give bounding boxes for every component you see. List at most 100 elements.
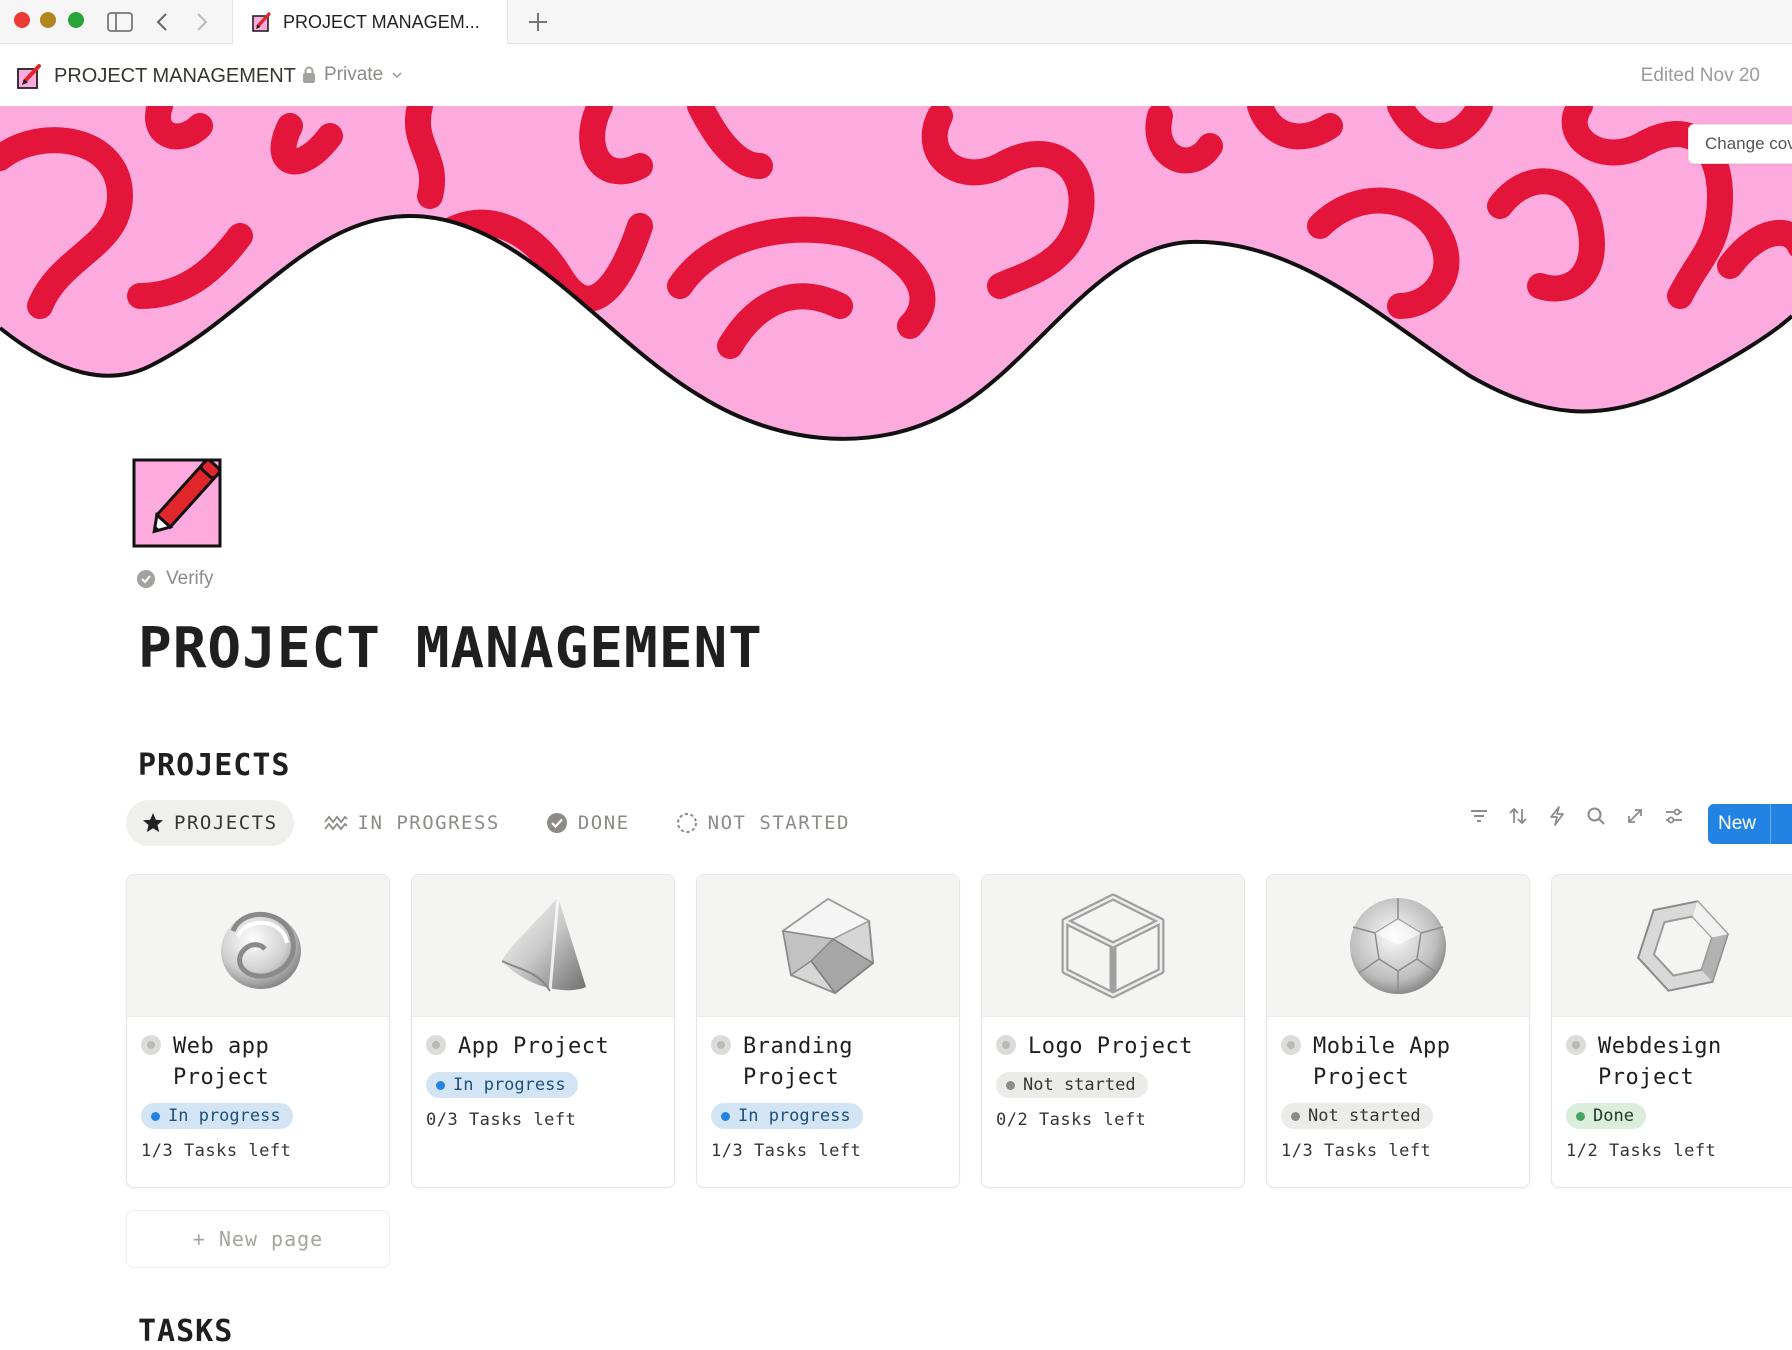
page-icon[interactable] [132, 440, 242, 550]
tasks-left: 1/3 Tasks left [141, 1141, 292, 1161]
check-circle-icon [546, 813, 567, 833]
card-cover [412, 875, 674, 1017]
sidebar-toggle-icon[interactable] [106, 8, 134, 36]
tasks-heading: TASKS [138, 1314, 234, 1349]
view-tab-not-started[interactable]: NOT STARTED [660, 800, 866, 846]
new-button-label: New [1718, 813, 1757, 834]
tasks-left: 1/3 Tasks left [1281, 1141, 1432, 1161]
memo-pencil-icon [132, 458, 222, 548]
breadcrumb[interactable]: PROJECT MANAGEMENT [16, 62, 296, 90]
tab-title: PROJECT MANAGEM... [283, 11, 480, 32]
status-label: In progress [738, 1106, 851, 1126]
view-tab-label: DONE [577, 812, 630, 834]
lock-icon [303, 66, 315, 83]
notion-topbar: PROJECT MANAGEMENT Private Edited Nov 20 [0, 45, 1792, 106]
back-arrow-icon[interactable] [148, 8, 176, 36]
project-card[interactable]: Web app Project In progress 1/3 Tasks le… [126, 874, 390, 1188]
tasks-left: 1/3 Tasks left [711, 1141, 862, 1161]
page-title[interactable]: PROJECT MANAGEMENT [138, 616, 763, 681]
swirl-glass-shape [221, 911, 301, 989]
view-tab-label: PROJECTS [174, 812, 278, 834]
new-tab-icon[interactable] [524, 8, 552, 36]
card-title: Webdesign Project [1598, 1034, 1722, 1090]
forward-arrow-icon[interactable] [188, 8, 216, 36]
page-icon-dot [426, 1035, 446, 1055]
status-badge: In progress [711, 1103, 863, 1129]
hexagon-ring-shape [1637, 899, 1729, 992]
projects-heading: PROJECTS [138, 748, 291, 783]
database-views: PROJECTS IN PROGRESS DONE NOT STARTED [126, 800, 866, 846]
view-tab-label: NOT STARTED [707, 812, 850, 834]
filter-icon[interactable] [1468, 805, 1490, 827]
new-page-button[interactable]: + New page [126, 1210, 390, 1268]
status-badge: In progress [141, 1103, 293, 1129]
browser-tab[interactable]: PROJECT MANAGEM... [232, 0, 508, 44]
status-label: In progress [453, 1075, 566, 1095]
memo-pencil-icon [252, 12, 271, 32]
page-cover [0, 106, 1792, 460]
polyhedron-glass-shape [781, 897, 875, 994]
search-icon[interactable] [1585, 805, 1607, 827]
settings-sliders-icon[interactable] [1663, 805, 1685, 827]
status-label: Not started [1023, 1075, 1136, 1095]
status-badge: Not started [1281, 1103, 1433, 1129]
zoom-window-button[interactable] [68, 12, 84, 28]
privacy-label: Private [324, 64, 384, 85]
page-icon-dot [1281, 1035, 1301, 1055]
new-item-button[interactable]: New [1708, 804, 1792, 844]
tasks-left: 0/2 Tasks left [996, 1110, 1147, 1130]
faceted-sphere-shape [1350, 897, 1446, 994]
status-badge: In progress [426, 1072, 578, 1098]
card-cover [1552, 875, 1792, 1017]
page-icon-dot [1566, 1035, 1586, 1055]
verify-button[interactable]: Verify [136, 568, 214, 590]
expand-icon[interactable] [1624, 805, 1646, 827]
minimize-window-button[interactable] [40, 12, 56, 28]
sort-icon[interactable] [1507, 805, 1529, 827]
change-cover-button[interactable]: Change cov [1688, 124, 1792, 164]
page-icon-dot [141, 1035, 161, 1055]
card-title: App Project [458, 1034, 610, 1059]
card-cover [982, 875, 1244, 1017]
project-card[interactable]: App Project In progress 0/3 Tasks left [411, 874, 675, 1188]
status-badge: Done [1566, 1103, 1646, 1129]
project-card[interactable]: Mobile App Project Not started 1/3 Tasks… [1266, 874, 1530, 1188]
close-window-button[interactable] [14, 12, 30, 28]
view-tab-done[interactable]: DONE [530, 800, 646, 846]
status-badge: Not started [996, 1072, 1148, 1098]
view-tab-label: IN PROGRESS [357, 812, 500, 834]
cover-squiggle-pattern [0, 106, 1792, 441]
status-label: Done [1593, 1106, 1634, 1126]
page-icon-dot [996, 1035, 1016, 1055]
status-label: In progress [168, 1106, 281, 1126]
card-title: Branding Project [743, 1034, 853, 1090]
project-card[interactable]: Branding Project In progress 1/3 Tasks l… [696, 874, 960, 1188]
view-tab-in-progress[interactable]: IN PROGRESS [308, 800, 516, 846]
cone-glass-shape [501, 896, 586, 992]
tasks-left: 0/3 Tasks left [426, 1110, 577, 1130]
project-card[interactable]: Webdesign Project Done 1/2 Tasks left [1551, 874, 1792, 1188]
status-label: Not started [1308, 1106, 1421, 1126]
verified-badge-icon [137, 570, 155, 588]
database-toolbar [1468, 805, 1685, 827]
card-title: Logo Project [1028, 1034, 1193, 1059]
automation-bolt-icon[interactable] [1546, 805, 1568, 827]
page-icon-dot [711, 1035, 731, 1055]
wire-cube-shape [1061, 893, 1165, 998]
breadcrumb-title: PROJECT MANAGEMENT [54, 64, 296, 87]
card-title: Mobile App Project [1313, 1034, 1451, 1090]
card-cover [697, 875, 959, 1017]
dashed-circle-icon [676, 813, 697, 833]
memo-pencil-icon [17, 64, 41, 89]
card-cover [127, 875, 389, 1017]
card-cover [1267, 875, 1529, 1017]
project-card[interactable]: Logo Project Not started 0/2 Tasks left [981, 874, 1245, 1188]
view-tab-projects[interactable]: PROJECTS [126, 800, 294, 846]
new-page-label: + New page [192, 1227, 324, 1251]
zigzag-icon [323, 815, 348, 831]
card-title: Web app Project [173, 1034, 270, 1090]
privacy-selector[interactable]: Private [302, 64, 403, 86]
star-icon [143, 813, 163, 833]
edited-timestamp: Edited Nov 20 [1640, 65, 1760, 86]
button-divider [1770, 804, 1772, 844]
